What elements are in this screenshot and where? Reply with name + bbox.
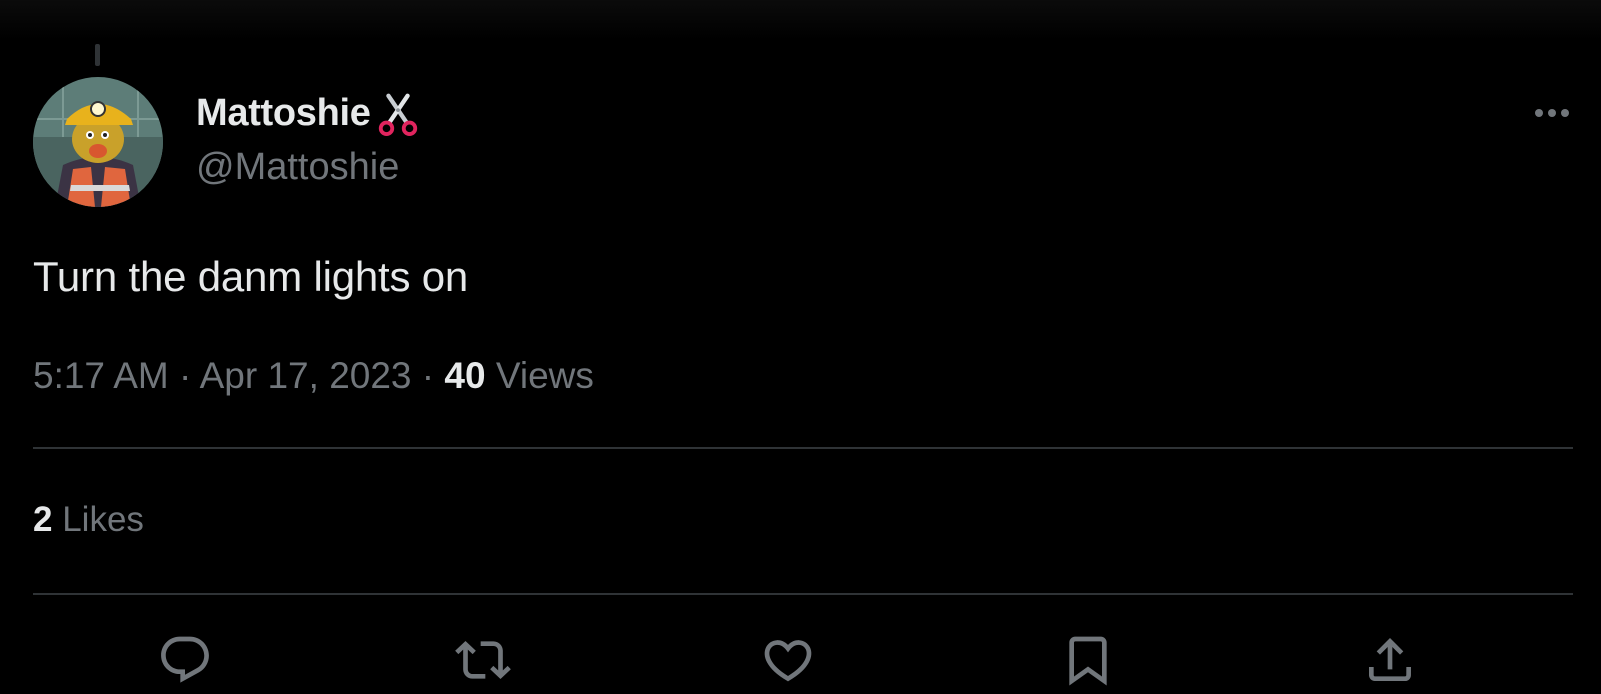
share-icon: [1369, 638, 1411, 681]
likes-label: Likes: [62, 500, 144, 539]
heart-icon: [764, 640, 812, 682]
meta-separator: ·: [179, 355, 192, 396]
scissors-icon: [378, 93, 417, 136]
bookmark-button[interactable]: [1058, 630, 1118, 690]
bookmark-icon: [1069, 636, 1107, 686]
divider-bottom: [33, 593, 1573, 595]
author-handle[interactable]: @Mattoshie: [196, 146, 399, 189]
tweet-time[interactable]: 5:17 AM: [33, 355, 169, 396]
avatar-photo: [33, 77, 163, 207]
share-button[interactable]: [1360, 630, 1420, 690]
more-dot: [1561, 109, 1569, 117]
divider-top: [33, 447, 1573, 449]
views-count: 40: [444, 355, 486, 396]
reply-button[interactable]: [155, 630, 215, 690]
author-name-row[interactable]: Mattoshie: [196, 90, 421, 136]
more-dots-icon: [1535, 109, 1543, 117]
tweet-date[interactable]: Apr 17, 2023: [200, 355, 412, 396]
avatar[interactable]: [33, 77, 163, 207]
tweet-text: Turn the danm lights on: [33, 253, 469, 300]
likes-link[interactable]: 2 Likes: [33, 500, 144, 540]
likes-count: 2: [33, 500, 53, 539]
more-dot: [1548, 109, 1556, 117]
retweet-icon: [455, 641, 511, 679]
meta-separator: ·: [421, 355, 435, 396]
top-bar-shadow: [0, 0, 1601, 40]
retweet-button[interactable]: [453, 630, 513, 690]
reply-icon: [161, 636, 209, 683]
views-label: Views: [495, 355, 594, 396]
thread-connector-line: [95, 44, 100, 66]
more-options-button[interactable]: [1527, 99, 1577, 127]
like-button[interactable]: [758, 630, 818, 690]
author-display-name[interactable]: Mattoshie: [196, 92, 371, 135]
tweet-metadata: 5:17 AM · Apr 17, 2023 · 40 Views: [33, 355, 594, 397]
